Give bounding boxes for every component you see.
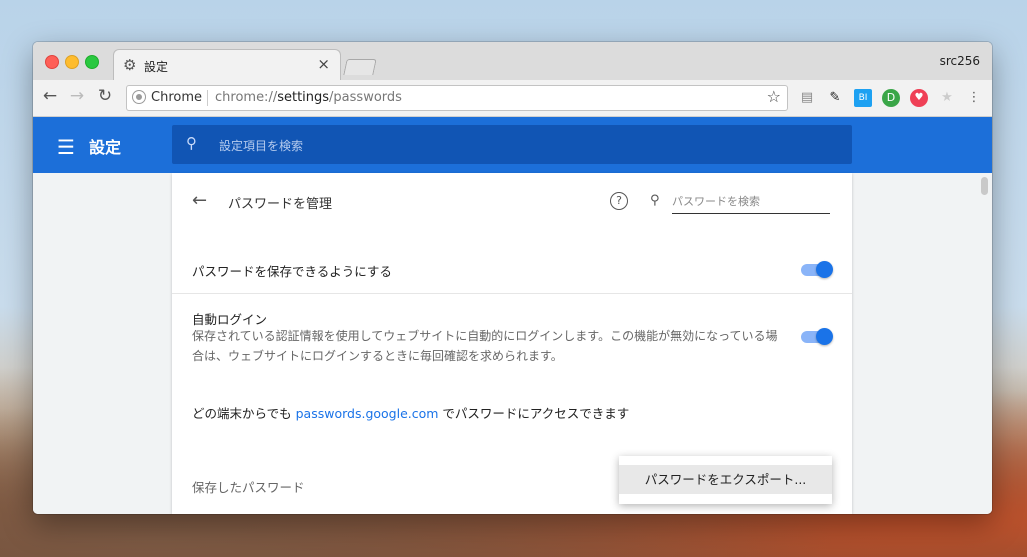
titlebar: ⚙ 設定 × src256 [33, 42, 992, 81]
autologin-description: 保存されている認証情報を使用してウェブサイトに自動的にログインします。この機能が… [192, 329, 778, 363]
browser-window: ⚙ 設定 × src256 ← → ↻ Chrome chrome://sett… [33, 42, 992, 514]
back-icon[interactable]: ← [39, 86, 61, 106]
extension-star-ext-icon[interactable]: ★ [938, 89, 956, 107]
export-passwords-menu-item[interactable]: パスワードをエクスポート... [619, 465, 832, 494]
zoom-window-button[interactable] [85, 55, 99, 69]
page-title: 設定 [89, 138, 122, 157]
omnibox-url[interactable]: chrome://settings/passwords [215, 90, 402, 105]
search-placeholder: 設定項目を検索 [219, 139, 304, 153]
extension-ext-1-icon[interactable]: ▤ [798, 89, 816, 107]
offer-save-toggle[interactable] [801, 261, 833, 278]
scrollbar[interactable] [981, 177, 988, 195]
profile-name[interactable]: src256 [940, 54, 980, 68]
password-search-icon: ⚲ [650, 193, 660, 208]
settings-search-input[interactable]: ⚲ 設定項目を検索 [172, 125, 852, 164]
bookmark-star-icon[interactable]: ☆ [767, 87, 781, 106]
export-menu: パスワードをエクスポート... [619, 456, 832, 504]
extension-bi-icon[interactable]: BI [854, 89, 872, 107]
saved-passwords-heading: 保存したパスワード [192, 480, 305, 495]
extension-pocket-icon[interactable]: ♥ [910, 89, 928, 107]
password-search-input[interactable] [672, 189, 830, 214]
new-tab-button[interactable] [343, 59, 377, 75]
access-text: どの端末からでも passwords.google.com でパスワードにアクセ… [192, 403, 629, 422]
url-prefix: chrome:// [215, 90, 278, 105]
minimize-window-button[interactable] [65, 55, 79, 69]
autologin-toggle[interactable] [801, 328, 833, 345]
subpage-title: パスワードを管理 [228, 197, 333, 212]
reload-icon[interactable]: ↻ [94, 86, 116, 106]
access-prefix: どの端末からでも [192, 406, 296, 421]
tab-close-icon[interactable]: × [317, 55, 330, 73]
toggle-knob [816, 328, 833, 345]
google-passwords-link[interactable]: passwords.google.com [296, 406, 439, 421]
toggle-knob [816, 261, 833, 278]
omnibox-chrome-label: Chrome [151, 90, 202, 105]
menu-icon[interactable]: ☰ [57, 135, 75, 159]
url-path: /passwords [329, 90, 402, 105]
tab-settings[interactable]: ⚙ 設定 × [113, 49, 341, 81]
chrome-icon [133, 91, 145, 103]
toolbar: ← → ↻ Chrome chrome://settings/passwords… [33, 80, 992, 117]
tab-title: 設定 [144, 60, 169, 74]
help-icon[interactable]: ? [610, 192, 628, 210]
settings-content: ← パスワードを管理 ? ⚲ パスワードを保存できるようにする 自動ログイン 保… [33, 173, 992, 514]
forward-icon[interactable]: → [66, 86, 88, 106]
url-host: settings [277, 90, 330, 105]
search-icon: ⚲ [186, 134, 197, 152]
gear-icon: ⚙ [123, 56, 137, 74]
address-bar[interactable]: Chrome chrome://settings/passwords ☆ [126, 85, 788, 111]
omnibox-separator [207, 90, 208, 106]
settings-header: ☰ 設定 ⚲ 設定項目を検索 [33, 117, 992, 173]
close-window-button[interactable] [45, 55, 59, 69]
access-suffix: でパスワードにアクセスできます [438, 406, 630, 421]
back-arrow-icon[interactable]: ← [192, 190, 207, 211]
extension-pin-icon[interactable]: ✎ [826, 89, 844, 107]
extension-d-icon[interactable]: D [882, 89, 900, 107]
offer-save-label: パスワードを保存できるようにする [192, 264, 392, 279]
extension-menu-icon[interactable]: ⋮ [965, 89, 983, 107]
divider [172, 293, 852, 294]
